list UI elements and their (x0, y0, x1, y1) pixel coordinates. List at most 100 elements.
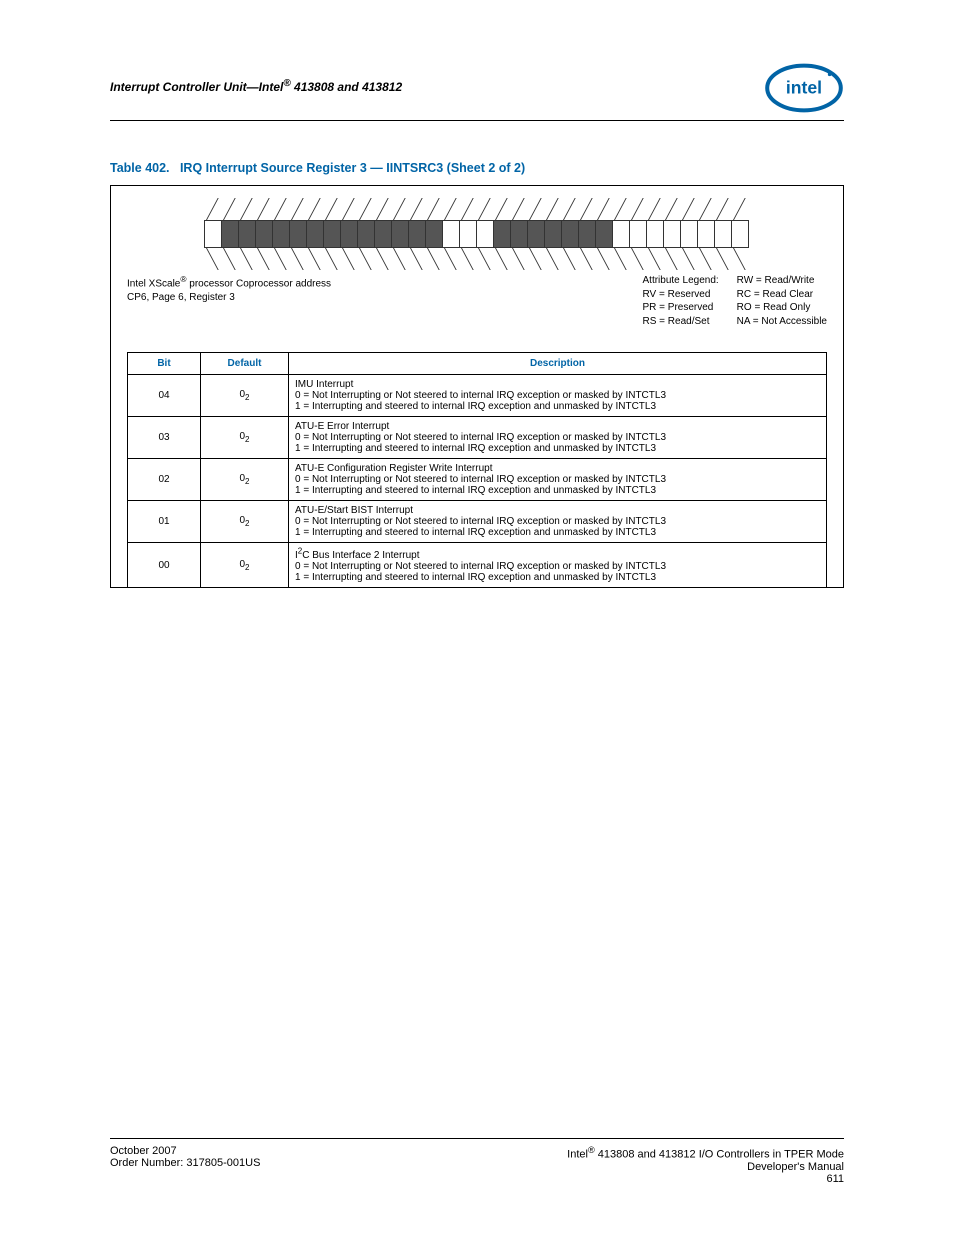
register-bit-cell (459, 220, 477, 248)
col-default: Default (201, 353, 289, 375)
register-bit-cell (340, 220, 358, 248)
svg-text:intel: intel (786, 78, 822, 98)
cell-bit: 02 (128, 459, 201, 501)
register-bit-cell (323, 220, 341, 248)
tick-top (476, 198, 494, 220)
tick-bottom (255, 248, 273, 270)
tick-bottom (306, 248, 324, 270)
register-box: Intel XScale® processor Coprocessor addr… (110, 185, 844, 588)
tick-top (612, 198, 630, 220)
tick-top (714, 198, 732, 220)
tick-bottom (663, 248, 681, 270)
register-bit-cell (272, 220, 290, 248)
register-bit-cell (238, 220, 256, 248)
register-bit-cell (612, 220, 630, 248)
tick-top (731, 198, 749, 220)
tick-top (272, 198, 290, 220)
tick-top (629, 198, 647, 220)
tick-top (374, 198, 392, 220)
tick-top (391, 198, 409, 220)
registered-mark: ® (283, 78, 290, 89)
tick-top (323, 198, 341, 220)
tick-top (561, 198, 579, 220)
tick-bottom (714, 248, 732, 270)
register-bit-cell (510, 220, 528, 248)
register-bit-cell (714, 220, 732, 248)
tick-bottom (476, 248, 494, 270)
table-header-row: Bit Default Description (128, 353, 827, 375)
tick-bottom (629, 248, 647, 270)
attribute-legend-left: Attribute Legend: RV = Reserved PR = Pre… (643, 274, 719, 328)
tick-bottom (459, 248, 477, 270)
cell-description: IMU Interrupt0 = Not Interrupting or Not… (289, 375, 827, 417)
tick-bottom (731, 248, 749, 270)
register-bit-cell (578, 220, 596, 248)
tick-bottom (544, 248, 562, 270)
header-title-left: Interrupt Controller Unit—Intel (110, 80, 283, 94)
tick-bottom (527, 248, 545, 270)
register-bit-cell (204, 220, 222, 248)
footer-right: Intel® 413808 and 413812 I/O Controllers… (567, 1145, 844, 1185)
tick-top (510, 198, 528, 220)
col-description: Description (289, 353, 827, 375)
tick-bottom (646, 248, 664, 270)
attribute-legend-right: RW = Read/Write RC = Read Clear RO = Rea… (737, 274, 827, 328)
register-bit-cell (561, 220, 579, 248)
tick-top (442, 198, 460, 220)
cell-bit: 00 (128, 543, 201, 588)
header-title-right: 413808 and 413812 (291, 80, 402, 94)
register-bit-cell (289, 220, 307, 248)
tick-bottom (595, 248, 613, 270)
tick-top (459, 198, 477, 220)
tick-bottom (374, 248, 392, 270)
tick-top (578, 198, 596, 220)
tick-top (697, 198, 715, 220)
register-bit-cell (544, 220, 562, 248)
cell-default: 02 (201, 459, 289, 501)
register-bit-cell (425, 220, 443, 248)
table-row: 0102ATU-E/Start BIST Interrupt0 = Not In… (128, 501, 827, 543)
tick-bottom (697, 248, 715, 270)
tick-top (289, 198, 307, 220)
tick-bottom (561, 248, 579, 270)
register-bit-cell (374, 220, 392, 248)
table-row: 0302ATU-E Error Interrupt0 = Not Interru… (128, 417, 827, 459)
register-bit-cell (680, 220, 698, 248)
tick-top (238, 198, 256, 220)
cell-description: I2C Bus Interface 2 Interrupt0 = Not Int… (289, 543, 827, 588)
tick-bottom (391, 248, 409, 270)
tick-top (663, 198, 681, 220)
register-bit-cell (595, 220, 613, 248)
register-bit-cell (697, 220, 715, 248)
tick-top (595, 198, 613, 220)
tick-top (493, 198, 511, 220)
register-bit-cell (663, 220, 681, 248)
table-row: 0002I2C Bus Interface 2 Interrupt0 = Not… (128, 543, 827, 588)
register-bit-cell (357, 220, 375, 248)
header-title: Interrupt Controller Unit—Intel® 413808 … (110, 60, 402, 94)
tick-top (680, 198, 698, 220)
page-footer: October 2007 Order Number: 317805-001US … (110, 1138, 844, 1185)
page: Interrupt Controller Unit—Intel® 413808 … (0, 0, 954, 1235)
register-bit-cell (408, 220, 426, 248)
tick-bottom (425, 248, 443, 270)
tick-top (425, 198, 443, 220)
register-bit-cell (731, 220, 749, 248)
col-bit: Bit (128, 353, 201, 375)
table-caption: Table 402. IRQ Interrupt Source Register… (110, 161, 844, 175)
tick-bottom (442, 248, 460, 270)
caption-prefix: Table 402. (110, 161, 170, 175)
tick-bottom (340, 248, 358, 270)
cell-bit: 04 (128, 375, 201, 417)
tick-bottom (323, 248, 341, 270)
register-bit-cell (221, 220, 239, 248)
register-bit-cell (306, 220, 324, 248)
tick-bottom (289, 248, 307, 270)
table-row: 0202ATU-E Configuration Register Write I… (128, 459, 827, 501)
page-header: Interrupt Controller Unit—Intel® 413808 … (110, 60, 844, 121)
tick-top (357, 198, 375, 220)
tick-bottom (493, 248, 511, 270)
tick-bottom (204, 248, 222, 270)
tick-bottom (221, 248, 239, 270)
register-row (205, 220, 749, 248)
